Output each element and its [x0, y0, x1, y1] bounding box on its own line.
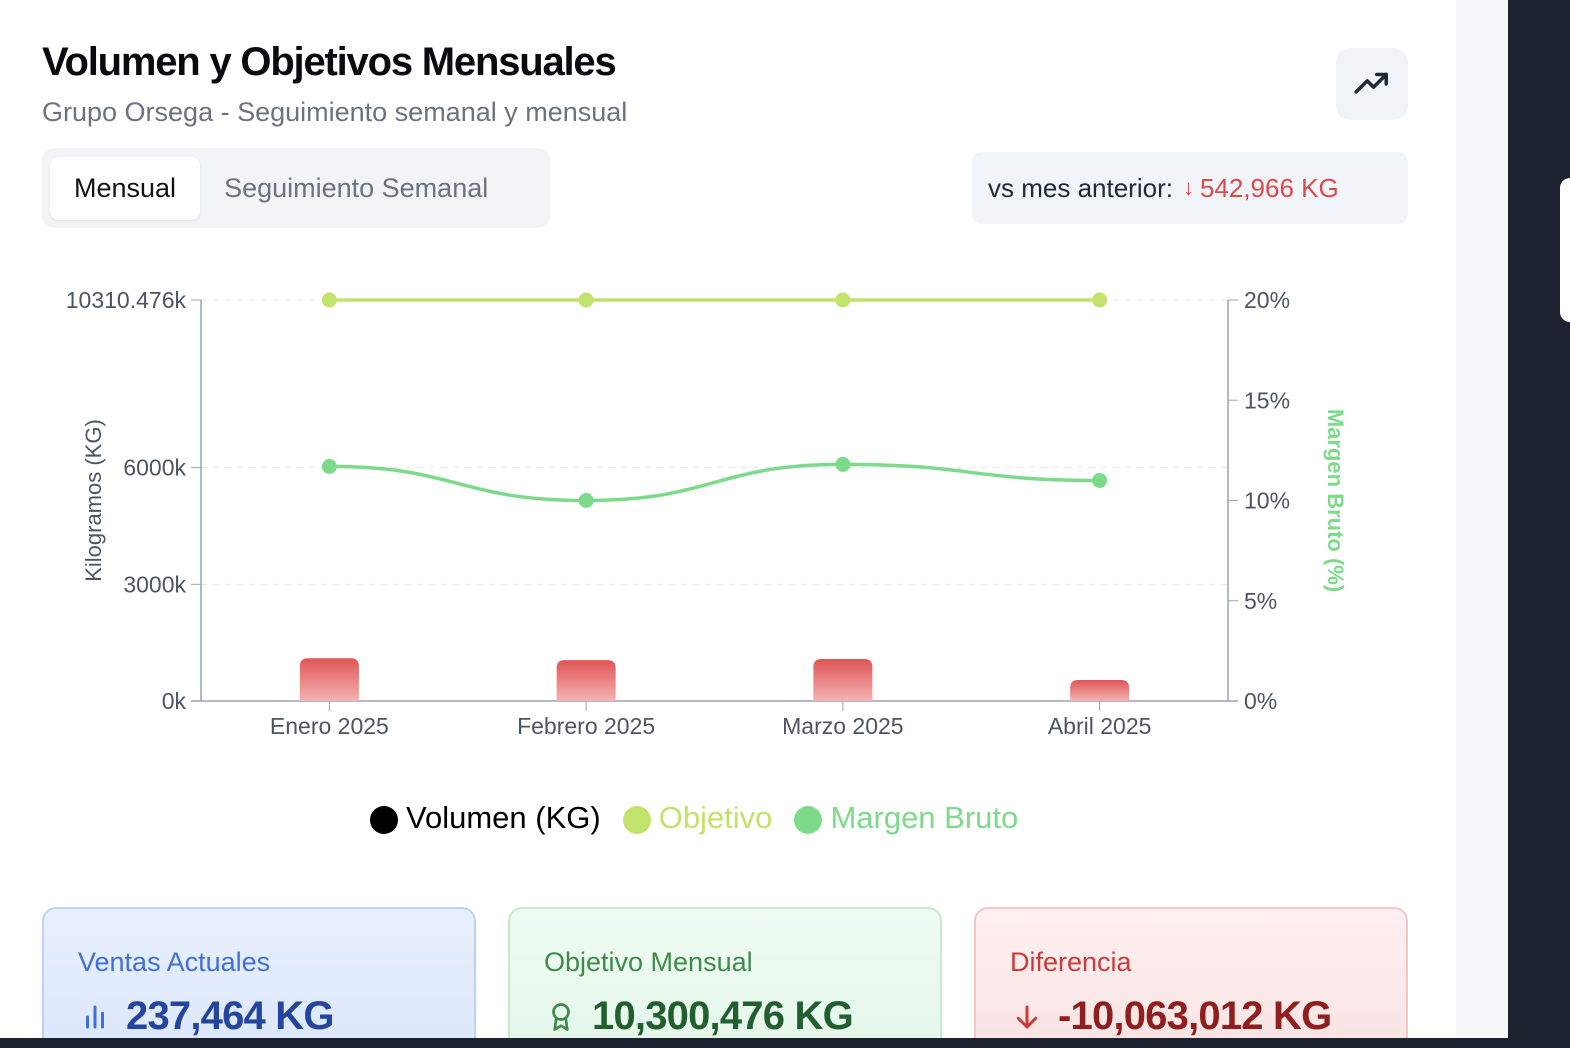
y2-tick-label: 20%: [1244, 287, 1290, 313]
legend-marker-volumen: [370, 806, 398, 834]
x-tick-label: Enero 2025: [270, 713, 389, 739]
margen-bruto-point: [1092, 472, 1108, 488]
chart-legend: Volumen (KG) Objetivo Margen Bruto: [370, 798, 1040, 838]
legend-label-volumen: Volumen (KG): [406, 800, 601, 835]
objetivo-point: [835, 292, 851, 308]
y-axis-title: Kilogramos (KG): [81, 419, 106, 582]
award-icon: [544, 1000, 578, 1034]
objetivo-point: [578, 292, 594, 308]
stat-card-ventas-actuales: Ventas Actuales 237,464 KG: [42, 907, 476, 1038]
page-gutter: [1456, 0, 1508, 1048]
side-panel-card-edge: [1560, 178, 1570, 322]
margen-bruto-line: [329, 462, 1100, 503]
stat-card-diferencia: Diferencia -10,063,012 KG: [974, 907, 1408, 1038]
y-tick-label: 0k: [162, 688, 187, 714]
window-bottom-edge: [0, 1038, 1570, 1048]
y-tick-label: 10310.476k: [66, 287, 187, 313]
volume-bar: [299, 658, 359, 701]
objetivo-point: [1092, 292, 1108, 308]
volume-objectives-card: Volumen y Objetivos Mensuales Grupo Orse…: [0, 0, 1456, 1038]
x-tick-label: Marzo 2025: [782, 713, 903, 739]
stat-label-objetivo-mensual: Objetivo Mensual: [544, 947, 753, 977]
volume-bar: [813, 658, 873, 701]
volume-bar: [556, 660, 616, 701]
legend-item-volumen[interactable]: Volumen (KG): [370, 800, 601, 836]
arrow-down-icon: [1010, 1000, 1044, 1034]
y2-axis-title: Margen Bruto (%): [1323, 409, 1348, 592]
volume-chart: 0k 3000k 6000k 10310.476k 0% 5% 10% 15% 20% Enero…: [66, 287, 1348, 739]
legend-item-objetivo[interactable]: Objetivo: [622, 800, 773, 836]
legend-marker-objetivo: [622, 806, 651, 834]
stat-card-objetivo-mensual: Objetivo Mensual 10,300,476 KG: [508, 907, 942, 1038]
margen-bruto-point: [321, 458, 337, 474]
y2-tick-label: 5%: [1244, 588, 1277, 614]
legend-label-margen-bruto: Margen Bruto: [830, 800, 1019, 835]
stat-value-objetivo-mensual: 10,300,476 KG: [592, 994, 854, 1038]
legend-label-objetivo: Objetivo: [658, 800, 773, 835]
volume-bar: [1070, 679, 1130, 701]
stat-value-ventas-actuales: 237,464 KG: [126, 994, 335, 1038]
side-panel-background: [1508, 0, 1570, 1048]
legend-item-margen-bruto[interactable]: Margen Bruto: [794, 800, 1018, 836]
x-tick-label: Abril 2025: [1048, 713, 1152, 739]
stat-value-diferencia: -10,063,012 KG: [1058, 994, 1332, 1038]
stat-label-diferencia: Diferencia: [1010, 947, 1132, 977]
stat-label-ventas-actuales: Ventas Actuales: [78, 947, 271, 977]
x-tick-label: Febrero 2025: [517, 713, 655, 739]
objetivo-point: [321, 292, 337, 308]
margen-bruto-point: [835, 456, 851, 472]
margen-bruto-point: [578, 493, 594, 508]
y2-tick-label: 10%: [1244, 488, 1290, 514]
bar-chart-icon: [78, 1000, 112, 1034]
legend-marker-margen-bruto: [794, 806, 823, 834]
y2-tick-label: 0%: [1244, 688, 1277, 714]
y-tick-label: 6000k: [123, 455, 186, 481]
y-tick-label: 3000k: [123, 571, 186, 597]
y2-tick-label: 15%: [1244, 387, 1290, 413]
